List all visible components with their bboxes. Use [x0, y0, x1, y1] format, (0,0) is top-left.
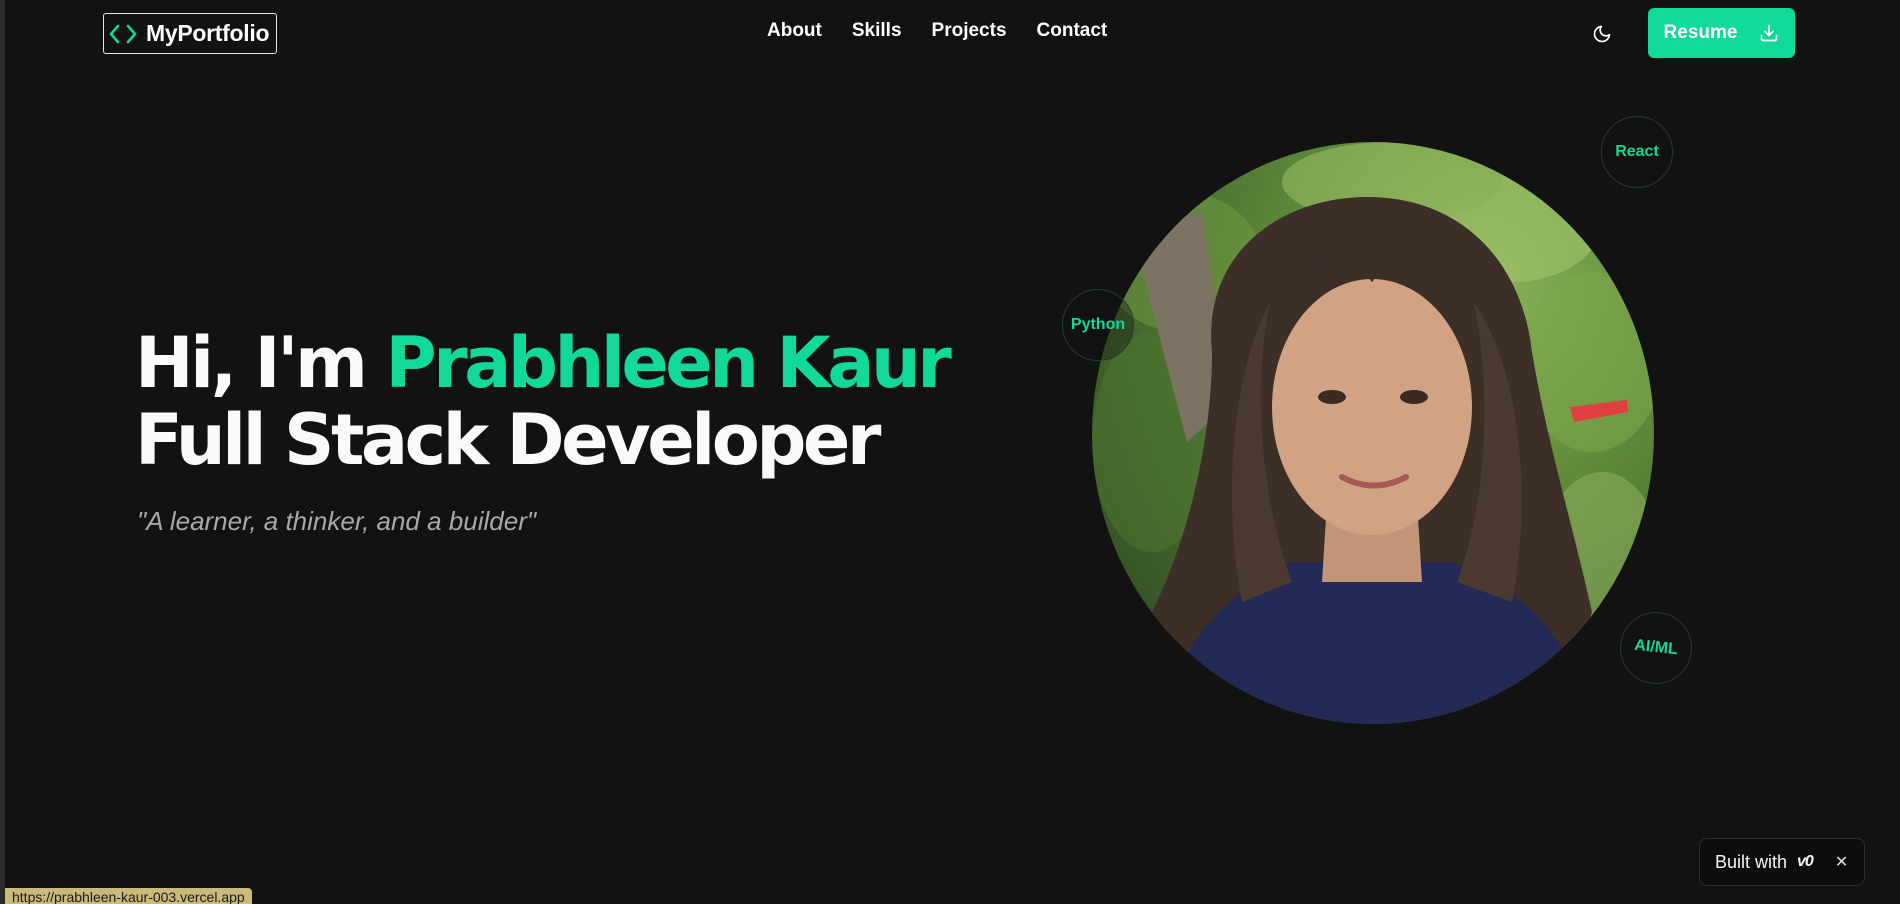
hero-title: Hi, I'm Prabhleen Kaur Full Stack Develo… — [135, 322, 952, 481]
profile-photo — [1092, 142, 1654, 724]
download-icon — [1761, 24, 1778, 42]
skill-bubble-react: React — [1601, 116, 1673, 188]
built-with-label: Built with — [1715, 851, 1788, 872]
hero-role: Full Stack Developer — [135, 399, 881, 481]
nav-about[interactable]: About — [767, 20, 822, 42]
main-nav: About Skills Projects Contact — [767, 20, 1107, 42]
skill-bubble-aiml: AI/ML — [1616, 608, 1696, 688]
hero-name: Prabhleen Kaur — [385, 322, 952, 404]
built-with-badge[interactable]: Built with v0 ✕ — [1699, 838, 1865, 886]
close-icon[interactable]: ✕ — [1835, 852, 1848, 872]
skill-bubble-python: Python — [1062, 289, 1134, 361]
v0-logo: v0 — [1797, 853, 1814, 870]
status-bar-url: https://prabhleen-kaur-003.vercel.app — [5, 888, 252, 904]
hero-tagline: "A learner, a thinker, and a builder" — [137, 506, 537, 536]
theme-toggle-button[interactable] — [1588, 20, 1616, 48]
nav-contact[interactable]: Contact — [1037, 20, 1108, 42]
window-edge — [0, 0, 5, 904]
logo-link[interactable]: MyPortfolio — [103, 13, 277, 54]
logo-text: MyPortfolio — [146, 20, 270, 46]
nav-skills[interactable]: Skills — [852, 20, 902, 42]
hero-greeting: Hi, I'm — [135, 322, 386, 404]
moon-icon — [1593, 25, 1611, 43]
code-brackets-icon — [109, 24, 137, 43]
nav-projects[interactable]: Projects — [932, 20, 1007, 42]
resume-button[interactable]: Resume — [1648, 8, 1795, 58]
resume-label: Resume — [1663, 22, 1738, 43]
